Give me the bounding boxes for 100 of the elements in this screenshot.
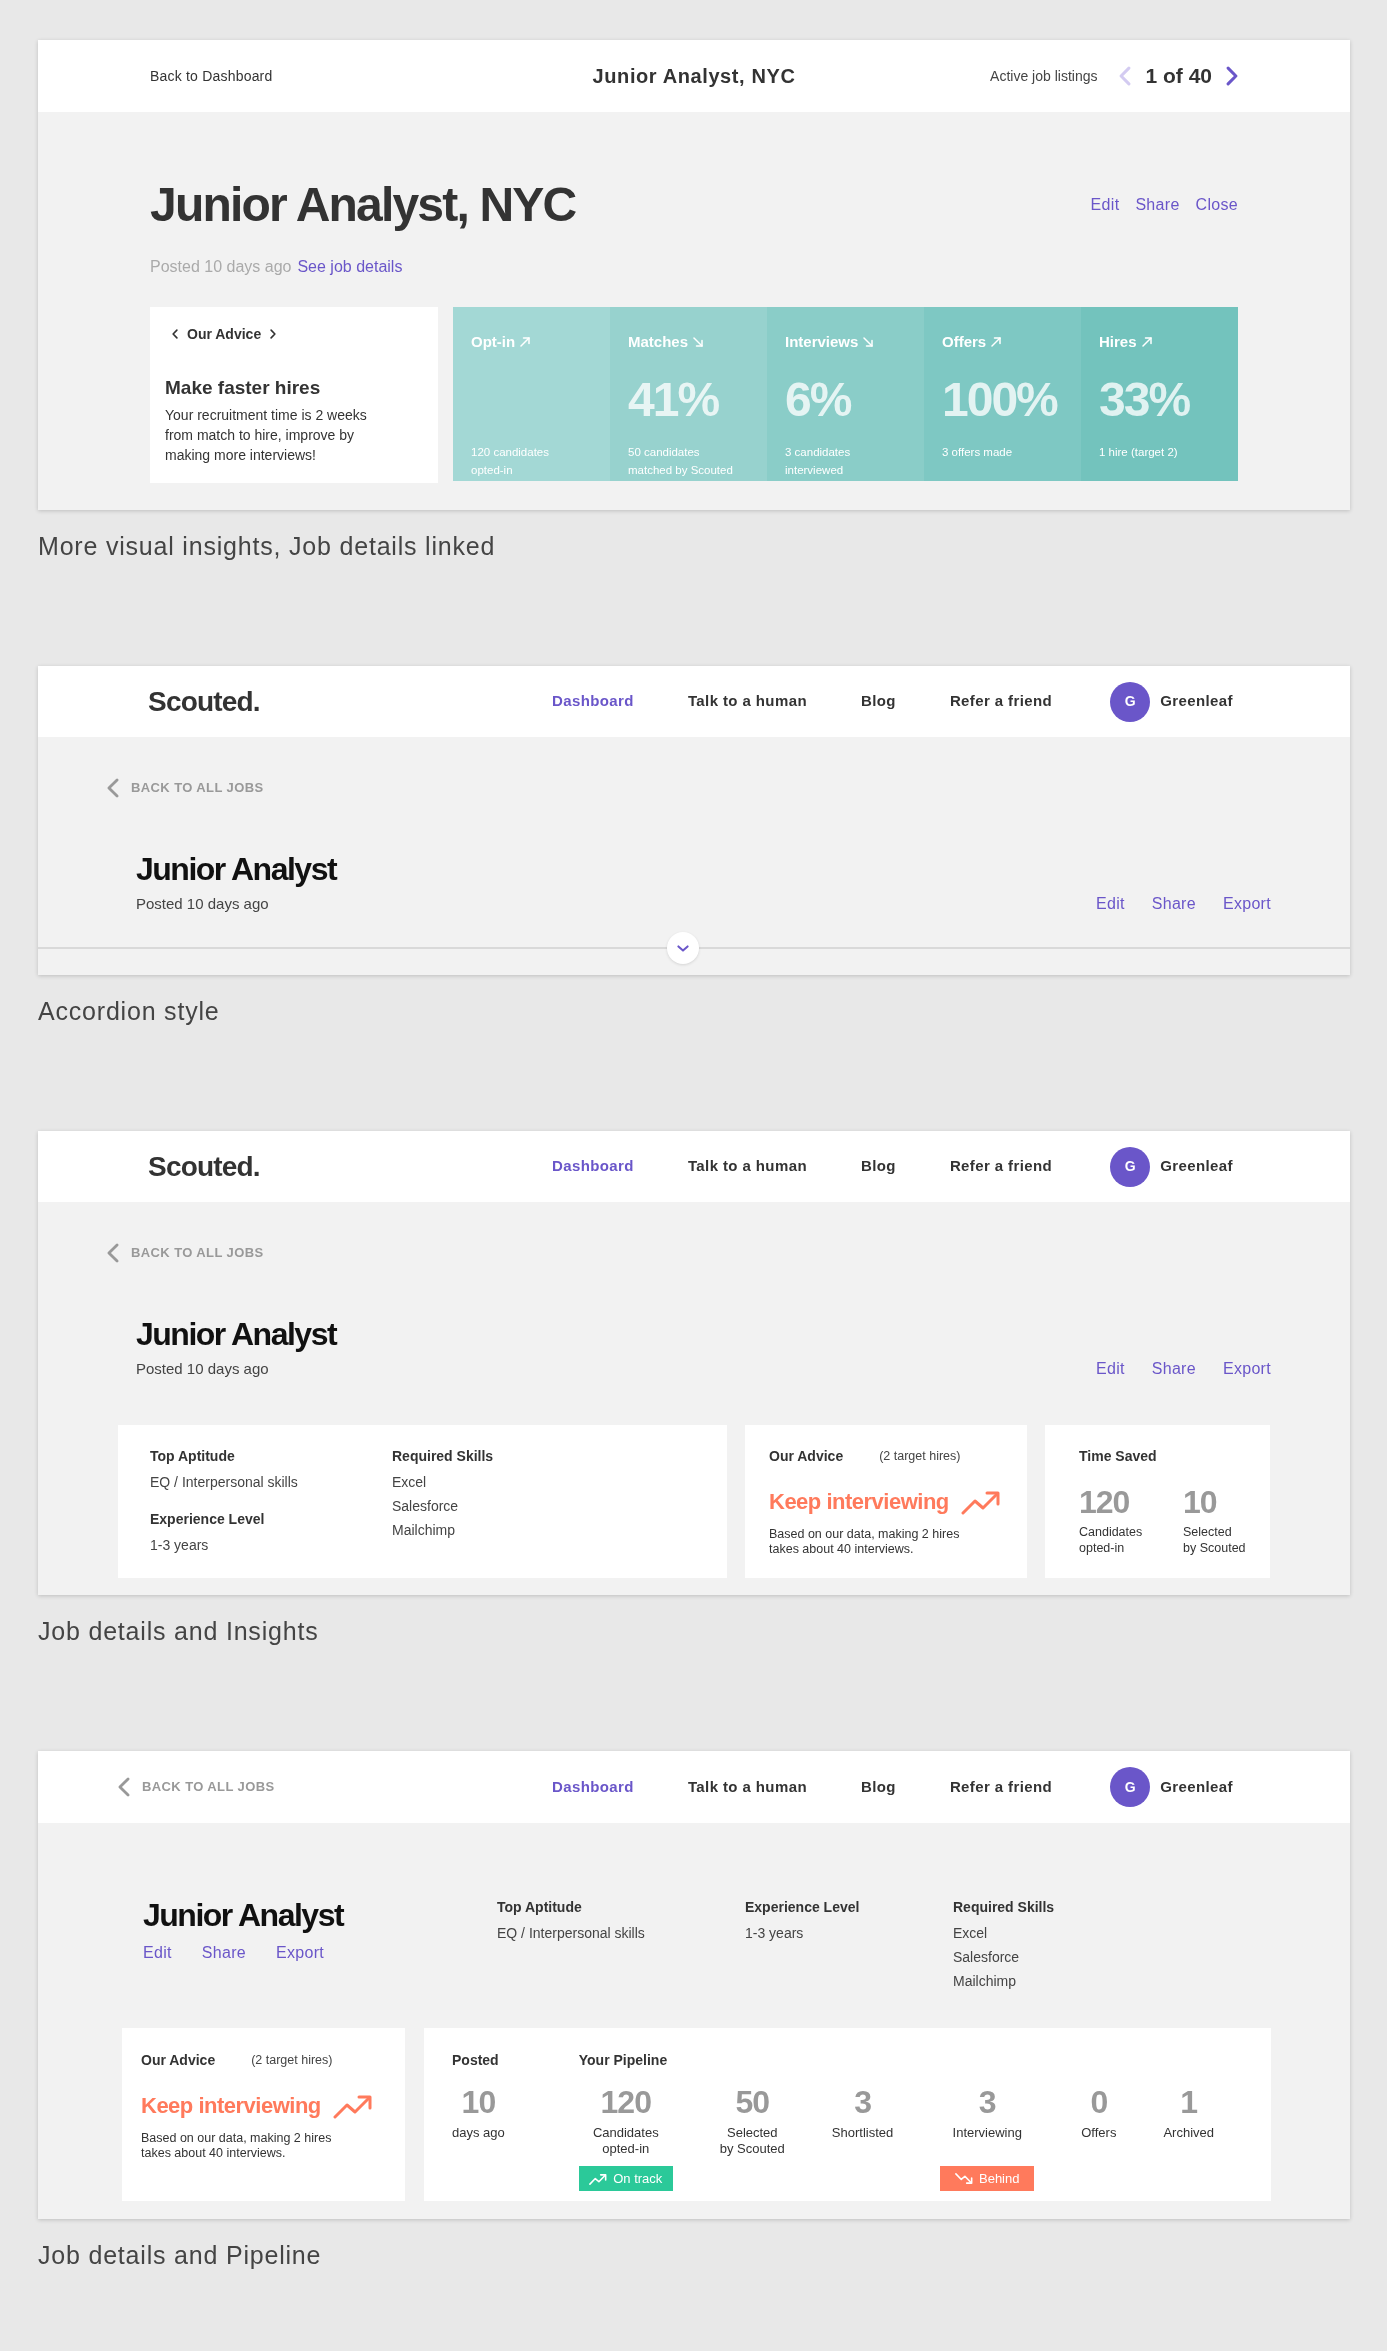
nav-link[interactable]: Blog xyxy=(860,690,896,713)
nav-link[interactable]: Dashboard xyxy=(551,1775,634,1799)
field-value: Mailchimp xyxy=(392,1521,456,1540)
action-link[interactable]: Export xyxy=(276,1942,325,1964)
field-value: 1-3 years xyxy=(745,1924,805,1943)
action-link[interactable]: Share xyxy=(1135,193,1180,216)
user-avatar[interactable]: G xyxy=(1110,1146,1151,1187)
action-link[interactable]: Edit xyxy=(1090,193,1120,216)
stage-label: Interviewing xyxy=(952,2125,1022,2142)
action-link[interactable]: Share xyxy=(201,1942,246,1964)
action-link[interactable]: Close xyxy=(1195,193,1238,216)
advice-heading: Our Advice xyxy=(769,1447,844,1466)
status-label: Behind xyxy=(979,2169,1020,2188)
posted-date: Posted 10 days ago xyxy=(136,1359,270,1379)
advice-heading: Our Advice xyxy=(187,325,262,344)
job-title: Junior Analyst xyxy=(136,1316,337,1352)
advice-title: Make faster hires xyxy=(165,376,322,400)
user-name[interactable]: Greenleaf xyxy=(1160,1775,1233,1799)
stage-label: Selected by Scouted xyxy=(719,2125,785,2157)
action-link[interactable]: Edit xyxy=(1095,1358,1125,1380)
action-link[interactable]: Export xyxy=(1222,893,1271,915)
posted-date: Posted 10 days ago xyxy=(136,894,270,914)
stage-label: Offers xyxy=(1081,2125,1117,2142)
section-caption: More visual insights, Job details linked xyxy=(38,531,497,562)
card-heading: Time Saved xyxy=(1079,1447,1158,1466)
chevron-right-icon[interactable] xyxy=(270,329,277,339)
trend-down-icon xyxy=(955,2172,973,2185)
field-label: Top Aptitude xyxy=(150,1447,236,1466)
logo[interactable]: Scouted. xyxy=(148,680,260,723)
job-details-link[interactable]: See job details xyxy=(297,258,403,275)
posted-date: Posted 10 days ago xyxy=(150,258,292,275)
metric-label: days ago xyxy=(452,2125,505,2141)
field-value: Excel xyxy=(392,1473,428,1492)
nav-link[interactable]: Refer a friend xyxy=(949,690,1053,713)
listings-label: Active job listings xyxy=(990,66,1098,86)
trend-up-icon xyxy=(589,2172,608,2185)
stat-percent: 6% xyxy=(785,372,852,428)
chevron-left-icon xyxy=(107,778,119,798)
action-link[interactable]: Edit xyxy=(143,1942,172,1964)
chevron-left-icon[interactable] xyxy=(172,329,178,339)
chevron-left-icon xyxy=(118,1777,130,1797)
nav-link[interactable]: Dashboard xyxy=(551,690,634,713)
metric-value: 120 xyxy=(1079,1484,1131,1520)
action-link[interactable]: Edit xyxy=(1095,893,1125,915)
stage-label: Shortlisted xyxy=(831,2125,894,2142)
field-value: EQ / Interpersonal skills xyxy=(150,1473,299,1492)
nav-link[interactable]: Refer a friend xyxy=(949,1775,1053,1799)
section-caption: Accordion style xyxy=(38,996,221,1027)
metric-label: Candidates opted-in xyxy=(1079,1524,1144,1556)
stage-label: Candidates opted-in xyxy=(592,2125,659,2157)
stat-note: 50 candidates matched by Scouted xyxy=(628,445,734,478)
nav-link[interactable]: Refer a friend xyxy=(949,1155,1053,1178)
action-link[interactable]: Share xyxy=(1151,893,1196,915)
action-link[interactable]: Share xyxy=(1151,1358,1196,1380)
back-link[interactable]: Back to Dashboard xyxy=(150,65,273,87)
user-name[interactable]: Greenleaf xyxy=(1160,1155,1233,1178)
nav-link[interactable]: Talk to a human xyxy=(687,1775,807,1799)
field-value: Excel xyxy=(953,1924,989,1943)
field-label: Required Skills xyxy=(953,1898,1055,1917)
stat-label: Opt-in xyxy=(471,332,516,352)
field-label: Top Aptitude xyxy=(497,1898,583,1917)
advice-note: (2 target hires) xyxy=(879,1448,961,1465)
field-value: 1-3 years xyxy=(150,1536,210,1555)
stat-percent: 41% xyxy=(628,372,720,428)
stage-count: 3 xyxy=(978,2084,996,2120)
nav-link[interactable]: Blog xyxy=(860,1155,896,1178)
stat-label: Hires xyxy=(1099,332,1137,352)
advice-title: Keep interviewing xyxy=(141,2092,321,2120)
nav-link[interactable]: Blog xyxy=(860,1775,896,1799)
job-title: Junior Analyst xyxy=(136,851,337,887)
back-link[interactable]: BACK TO ALL JOBS xyxy=(118,1777,275,1797)
advice-text: Your recruitment time is 2 weeks from match to hire, improve by making more interviews! xyxy=(165,406,368,465)
metric-label: Selected by Scouted xyxy=(1183,1524,1246,1556)
page-title: Junior Analyst, NYC xyxy=(592,64,796,89)
card-heading: Posted xyxy=(452,2051,499,2070)
stat-percent: 100% xyxy=(942,372,1059,428)
metric-value: 10 xyxy=(1183,1484,1218,1520)
advice-text: Based on our data, making 2 hires takes about 40 interviews. xyxy=(141,2131,333,2161)
job-title: Junior Analyst, NYC xyxy=(150,178,576,231)
expand-button[interactable] xyxy=(667,932,699,964)
stage-count: 1 xyxy=(1180,2084,1198,2120)
field-label: Experience Level xyxy=(150,1510,266,1529)
stage-count: 0 xyxy=(1090,2084,1108,2120)
stat-label: Matches xyxy=(628,332,689,352)
user-avatar[interactable]: G xyxy=(1110,681,1151,722)
section-caption: Job details and Pipeline xyxy=(38,2240,323,2271)
nav-link[interactable]: Talk to a human xyxy=(687,690,807,713)
nav-link[interactable]: Dashboard xyxy=(551,1155,634,1178)
user-name[interactable]: Greenleaf xyxy=(1160,690,1233,713)
nav-link[interactable]: Talk to a human xyxy=(687,1155,807,1178)
logo[interactable]: Scouted. xyxy=(148,1145,260,1188)
advice-title: Keep interviewing xyxy=(769,1488,949,1516)
chevron-right-icon[interactable] xyxy=(1226,66,1238,86)
advice-note: (2 target hires) xyxy=(251,2052,333,2069)
field-value: Salesforce xyxy=(953,1948,1021,1967)
user-avatar[interactable]: G xyxy=(1110,1767,1151,1807)
stat-note: 120 candidates opted-in xyxy=(471,445,550,478)
action-link[interactable]: Export xyxy=(1222,1358,1271,1380)
stat-note: 3 offers made xyxy=(942,445,1014,460)
chevron-left-icon xyxy=(107,1243,119,1263)
